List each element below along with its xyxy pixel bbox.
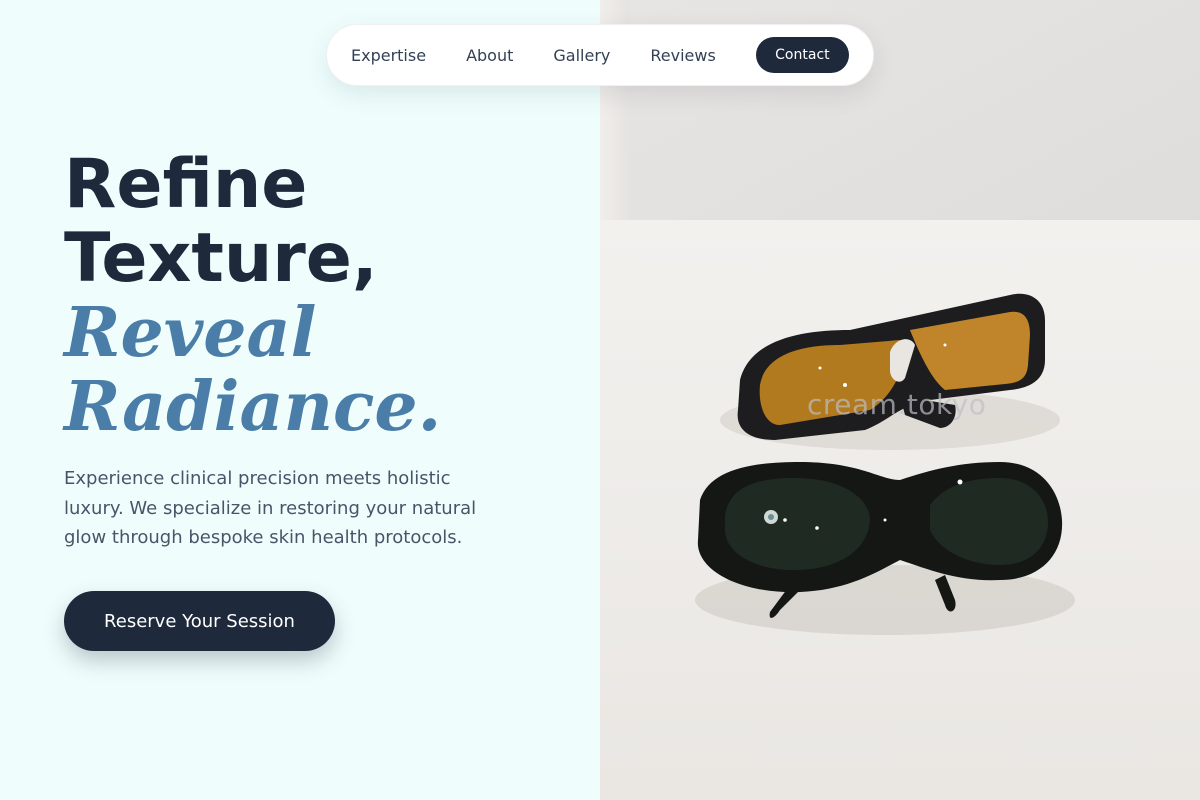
hero-subtext: Experience clinical precision meets holi… — [64, 468, 477, 548]
nav-link-expertise[interactable]: Expertise — [351, 46, 426, 65]
headline-line-1: Refine — [64, 145, 308, 224]
nav-link-reviews[interactable]: Reviews — [650, 46, 715, 65]
headline-line-2: Texture, — [64, 219, 378, 298]
contact-button[interactable]: Contact — [755, 37, 849, 73]
hero-headline: Refine Texture, Reveal Radiance. — [64, 145, 584, 447]
reserve-session-button[interactable]: Reserve Your Session — [64, 591, 335, 651]
hero-image: cream.tokyo — [600, 0, 1200, 800]
headline-accent-2: Radiance. — [64, 367, 442, 447]
nav-link-about[interactable]: About — [466, 46, 513, 65]
image-watermark: cream.tokyo — [807, 388, 987, 421]
nav-link-gallery[interactable]: Gallery — [553, 46, 610, 65]
main-nav: Expertise About Gallery Reviews Contact — [326, 24, 874, 86]
headline-accent-1: Reveal — [64, 293, 317, 373]
